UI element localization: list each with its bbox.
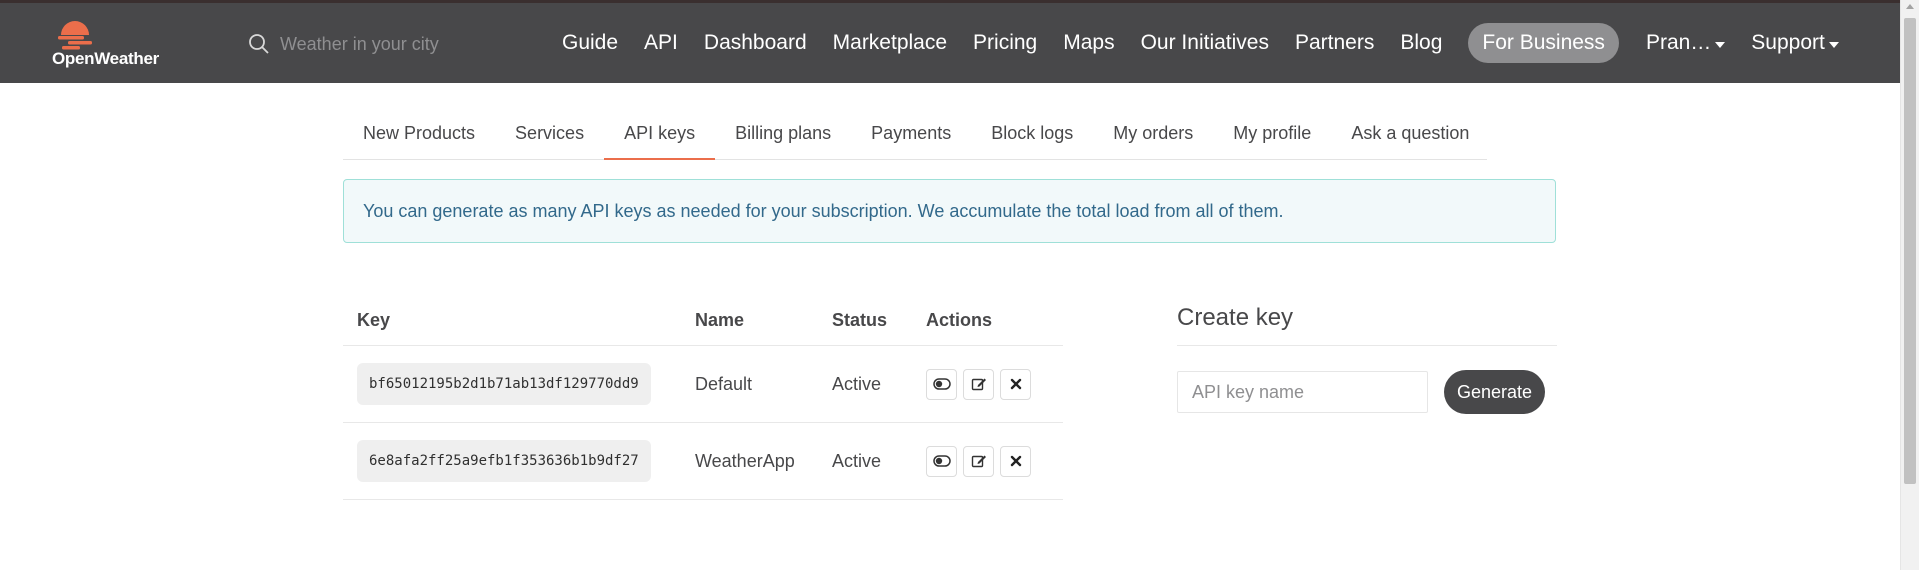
support-menu-label: Support xyxy=(1751,31,1825,54)
create-key-panel: Create key Generate xyxy=(1177,296,1557,414)
user-menu-label: Pran… xyxy=(1645,31,1712,54)
toggle-key-button[interactable] xyxy=(926,445,957,477)
toggle-key-button[interactable] xyxy=(926,368,957,400)
scroll-thumb[interactable] xyxy=(1904,18,1916,484)
nav-api[interactable]: API xyxy=(631,31,691,55)
account-tabs: New Products Services API keys Billing p… xyxy=(343,112,1487,160)
tab-ask-a-question[interactable]: Ask a question xyxy=(1331,112,1489,160)
tab-my-profile[interactable]: My profile xyxy=(1213,112,1331,160)
tab-payments[interactable]: Payments xyxy=(851,112,971,160)
edit-icon xyxy=(971,378,986,391)
tab-api-keys[interactable]: API keys xyxy=(604,112,716,160)
edit-key-button[interactable] xyxy=(963,368,994,400)
support-menu[interactable]: Support xyxy=(1738,31,1852,55)
api-key-name-input[interactable] xyxy=(1177,371,1428,413)
search-icon xyxy=(249,34,269,54)
toggle-icon xyxy=(932,455,951,467)
toggle-icon xyxy=(932,378,951,390)
tab-block-logs[interactable]: Block logs xyxy=(971,112,1093,160)
api-key-value[interactable]: bf65012195b2d1b71ab13df129770dd9 xyxy=(357,363,651,405)
nav-marketplace[interactable]: Marketplace xyxy=(820,31,960,55)
sun-logo-icon xyxy=(58,21,92,50)
nav-guide[interactable]: Guide xyxy=(549,31,631,55)
header-status: Status xyxy=(832,310,888,330)
tab-billing-plans[interactable]: Billing plans xyxy=(715,112,851,160)
delete-key-button[interactable] xyxy=(1000,445,1031,477)
key-status: Active xyxy=(832,373,882,394)
scroll-up-arrow-icon[interactable] xyxy=(1906,4,1914,9)
nav-maps[interactable]: Maps xyxy=(1050,31,1127,55)
info-alert: You can generate as many API keys as nee… xyxy=(343,179,1556,243)
user-menu[interactable]: Pran… xyxy=(1633,31,1738,55)
header-name: Name xyxy=(695,310,745,330)
header-actions: Actions xyxy=(926,310,993,330)
main-nav: Guide API Dashboard Marketplace Pricing … xyxy=(549,21,1852,65)
nav-partners[interactable]: Partners xyxy=(1282,31,1387,55)
tab-services[interactable]: Services xyxy=(495,112,604,160)
caret-down-icon xyxy=(1828,42,1839,48)
table-row: bf65012195b2d1b71ab13df129770dd9 Default… xyxy=(343,346,1063,423)
create-key-title: Create key xyxy=(1177,296,1557,346)
logo-text: OpenWeather xyxy=(52,49,159,68)
tab-new-products[interactable]: New Products xyxy=(343,112,495,160)
table-header: Key Name Status Actions xyxy=(343,296,1063,346)
create-key-form: Generate xyxy=(1177,370,1557,414)
delete-key-button[interactable] xyxy=(1000,368,1031,400)
key-name: WeatherApp xyxy=(695,450,795,471)
search-box xyxy=(248,29,480,59)
edit-key-button[interactable] xyxy=(963,445,994,477)
table-row: 6e8afa2ff25a9efb1f353636b1b9df27 Weather… xyxy=(343,423,1063,500)
openweather-logo[interactable]: OpenWeather xyxy=(52,17,172,71)
api-key-value[interactable]: 6e8afa2ff25a9efb1f353636b1b9df27 xyxy=(357,440,651,482)
top-header: OpenWeather Guide API Dashboard Marketpl… xyxy=(0,0,1900,83)
nav-pricing[interactable]: Pricing xyxy=(960,31,1050,55)
delete-icon xyxy=(1010,455,1021,467)
key-name: Default xyxy=(695,373,753,394)
caret-down-icon xyxy=(1715,42,1726,48)
nav-blog[interactable]: Blog xyxy=(1387,31,1455,55)
generate-button[interactable]: Generate xyxy=(1444,370,1546,414)
tab-my-orders[interactable]: My orders xyxy=(1093,112,1213,160)
edit-icon xyxy=(971,455,986,468)
for-business-button[interactable]: For Business xyxy=(1468,23,1619,63)
header-key: Key xyxy=(357,310,391,330)
page-scrollbar[interactable] xyxy=(1900,0,1919,570)
nav-our-initiatives[interactable]: Our Initiatives xyxy=(1128,31,1282,55)
delete-icon xyxy=(1010,378,1021,390)
key-status: Active xyxy=(832,450,882,471)
search-input[interactable] xyxy=(280,33,480,55)
nav-dashboard[interactable]: Dashboard xyxy=(691,31,820,55)
api-keys-table: Key Name Status Actions bf65012195b2d1b7… xyxy=(343,296,1063,500)
